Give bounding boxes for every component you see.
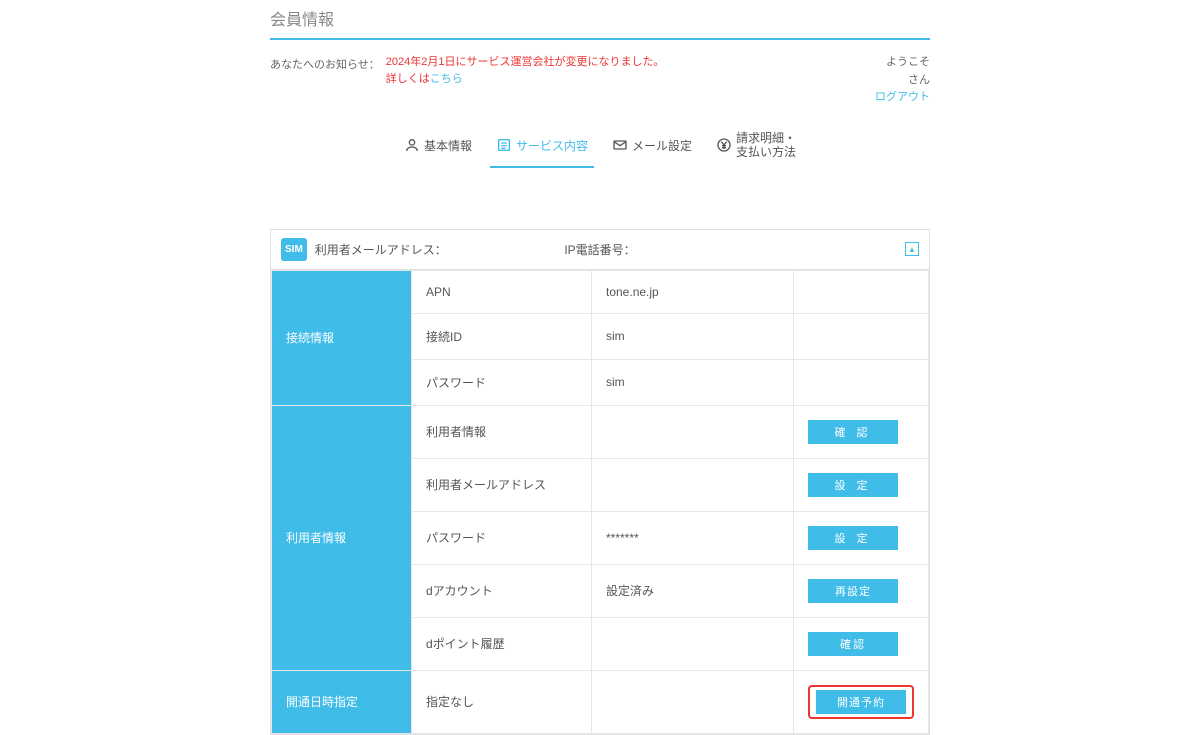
yen-icon bbox=[716, 137, 732, 153]
notice-line2-prefix: 詳しくは bbox=[386, 73, 430, 85]
list-icon bbox=[496, 137, 512, 153]
section-opendate: 開通日時指定 bbox=[272, 670, 412, 733]
notice-line1: 2024年2月1日にサービス運営会社が変更になりました。 bbox=[386, 56, 665, 68]
tab-service-label: サービス内容 bbox=[516, 137, 588, 154]
user-mail-header-label: 利用者メールアドレス： bbox=[315, 241, 447, 258]
row-connpw-action bbox=[794, 359, 929, 405]
row-uinfo-label: 利用者情報 bbox=[412, 405, 592, 458]
row-daccount-value: 設定済み bbox=[592, 564, 794, 617]
open-reserve-highlight: 開通予約 bbox=[808, 685, 914, 719]
row-connid-action bbox=[794, 313, 929, 359]
open-reserve-button[interactable]: 開通予約 bbox=[816, 690, 906, 714]
tab-billing[interactable]: 請求明細・ 支払い方法 bbox=[710, 127, 802, 168]
row-umail-label: 利用者メールアドレス bbox=[412, 458, 592, 511]
row-uinfo-value bbox=[592, 405, 794, 458]
row-dpoint-value bbox=[592, 617, 794, 670]
row-opendate-value bbox=[592, 670, 794, 733]
detail-table: 接続情報 APN tone.ne.jp 接続ID sim パスワード sim 利… bbox=[271, 270, 929, 734]
title-rule bbox=[270, 38, 930, 40]
row-apn-label: APN bbox=[412, 270, 592, 313]
ip-phone-header-label: IP電話番号： bbox=[564, 241, 635, 258]
confirm-userinfo-button[interactable]: 確 認 bbox=[808, 420, 898, 444]
notice-link[interactable]: こちら bbox=[430, 73, 463, 85]
tab-bar: 基本情報 サービス内容 メール設定 請求明細・ 支払い方法 bbox=[270, 127, 930, 169]
row-apn-value: tone.ne.jp bbox=[592, 270, 794, 313]
row-upw-value: ******* bbox=[592, 511, 794, 564]
sim-badge: SIM bbox=[281, 238, 307, 261]
row-connpw-value: sim bbox=[592, 359, 794, 405]
notice-label: あなたへのお知らせ： bbox=[270, 54, 380, 72]
welcome-honorific: さん bbox=[875, 72, 930, 90]
tab-basic-label: 基本情報 bbox=[424, 137, 472, 154]
row-dpoint-label: dポイント履歴 bbox=[412, 617, 592, 670]
tab-basic[interactable]: 基本情報 bbox=[398, 127, 478, 168]
section-connection: 接続情報 bbox=[272, 270, 412, 405]
reset-daccount-button[interactable]: 再設定 bbox=[808, 579, 898, 603]
tab-mail[interactable]: メール設定 bbox=[606, 127, 698, 168]
tab-service[interactable]: サービス内容 bbox=[490, 127, 594, 168]
row-opendate-label: 指定なし bbox=[412, 670, 592, 733]
section-userinfo: 利用者情報 bbox=[272, 405, 412, 670]
person-icon bbox=[404, 137, 420, 153]
welcome-greeting: ようこそ bbox=[875, 54, 930, 72]
logout-link[interactable]: ログアウト bbox=[875, 89, 930, 107]
collapse-toggle[interactable]: ▲ bbox=[905, 242, 919, 256]
notice-text: 2024年2月1日にサービス運営会社が変更になりました。 詳しくはこちら bbox=[386, 54, 665, 87]
row-connid-value: sim bbox=[592, 313, 794, 359]
tab-billing-line2: 支払い方法 bbox=[736, 145, 796, 159]
confirm-dpoint-button[interactable]: 確認 bbox=[808, 632, 898, 656]
row-upw-label: パスワード bbox=[412, 511, 592, 564]
page-title: 会員情報 bbox=[270, 6, 930, 38]
mail-icon bbox=[612, 137, 628, 153]
row-daccount-label: dアカウント bbox=[412, 564, 592, 617]
sim-card: SIM 利用者メールアドレス： IP電話番号： ▲ 接続情報 APN tone.… bbox=[270, 229, 930, 735]
row-connid-label: 接続ID bbox=[412, 313, 592, 359]
set-usermail-button[interactable]: 設 定 bbox=[808, 473, 898, 497]
row-umail-value bbox=[592, 458, 794, 511]
row-connpw-label: パスワード bbox=[412, 359, 592, 405]
set-password-button[interactable]: 設 定 bbox=[808, 526, 898, 550]
row-apn-action bbox=[794, 270, 929, 313]
tab-mail-label: メール設定 bbox=[632, 137, 692, 154]
tab-billing-line1: 請求明細・ bbox=[736, 131, 796, 145]
